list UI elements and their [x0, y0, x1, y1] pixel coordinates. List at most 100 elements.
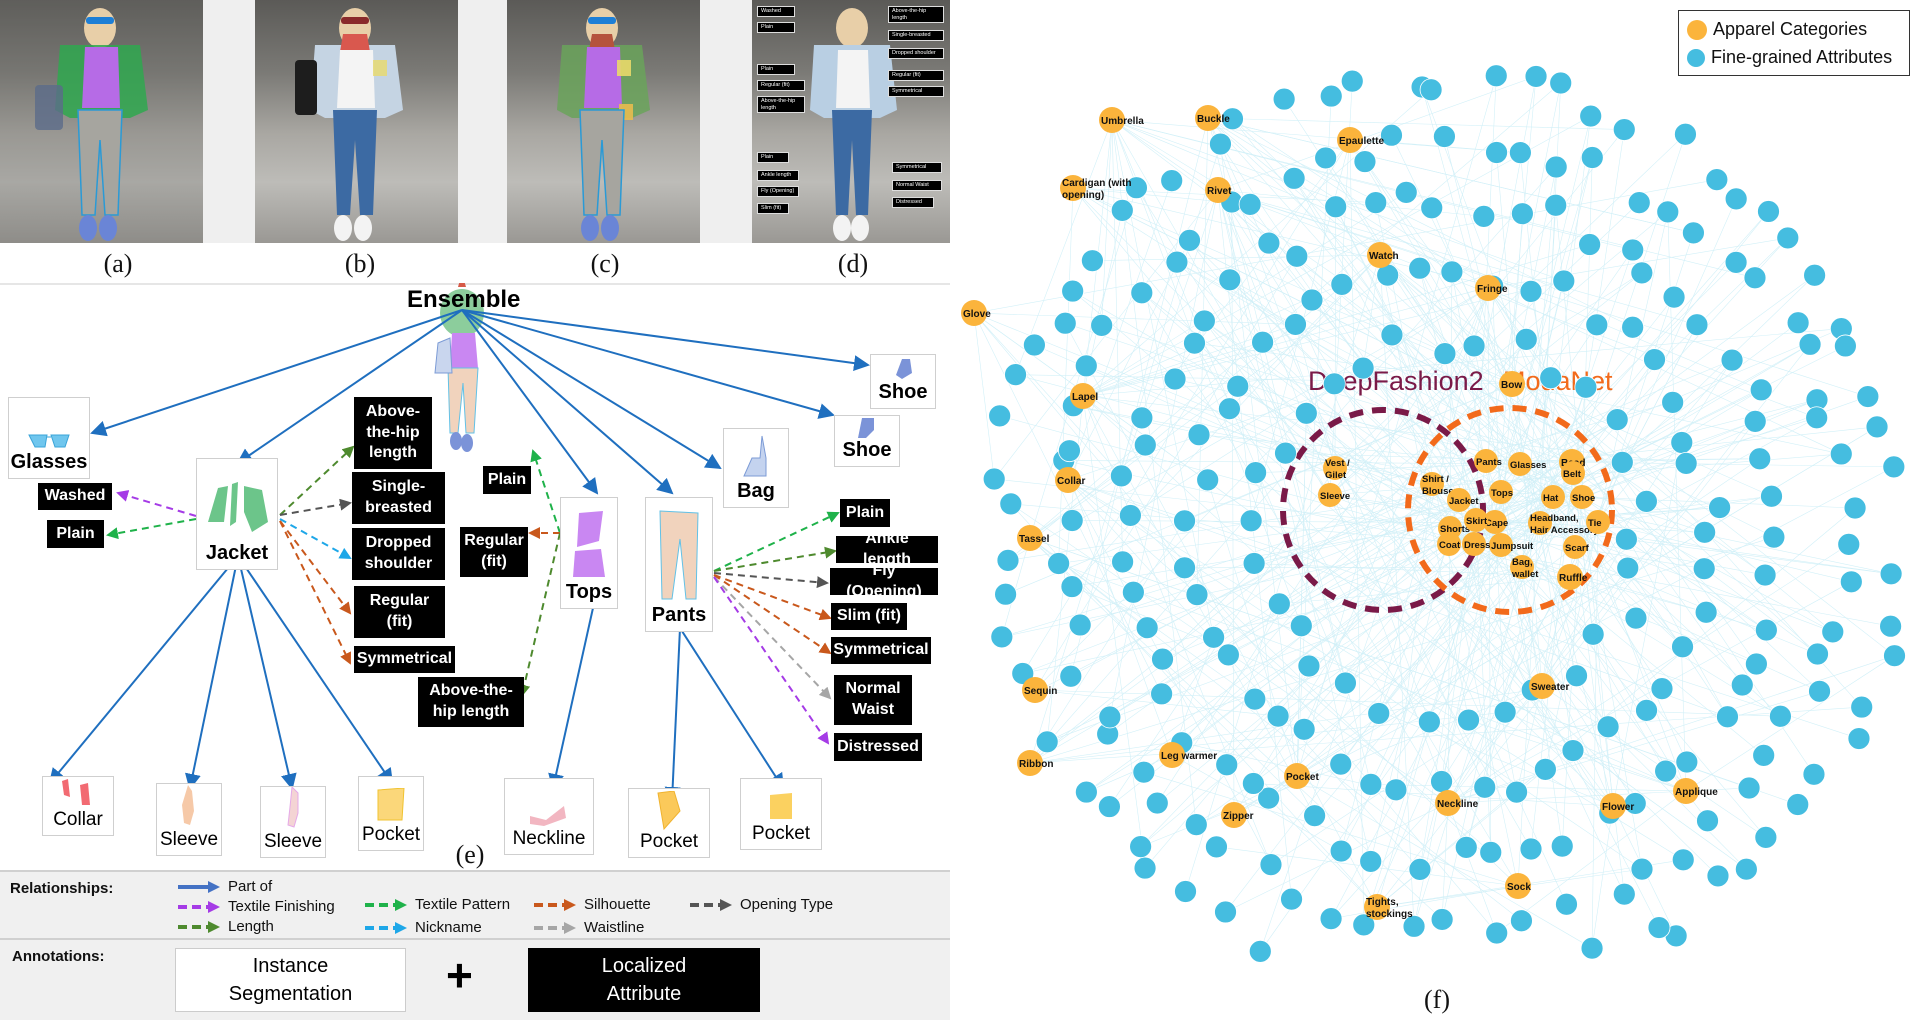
attribute-node: [1510, 909, 1533, 933]
attribute-node: [1173, 556, 1196, 580]
edge-jacket-nickname: [279, 518, 352, 559]
category-tops[interactable]: Tops: [560, 497, 618, 609]
category-node-label: Coat: [1439, 540, 1461, 551]
attribute-node: [1671, 848, 1695, 872]
attribute-node: [1550, 834, 1574, 858]
legend-label: Part of: [228, 878, 273, 895]
attribute-node: [1183, 331, 1206, 355]
category-glasses[interactable]: Glasses: [8, 397, 90, 479]
category-bag[interactable]: Bag: [723, 428, 789, 508]
attribute-node: [1803, 263, 1827, 287]
attribute-node: [1297, 654, 1321, 678]
part-pants-pocket-2[interactable]: Pocket: [740, 778, 822, 850]
attribute-node: [1879, 614, 1903, 638]
attribute-node: [1839, 570, 1863, 594]
category-node-label: Headband,: [1530, 513, 1579, 524]
part-sleeve-1[interactable]: Sleeve: [156, 783, 222, 856]
attribute-node: [1605, 408, 1629, 431]
attribute-node: [1744, 652, 1768, 676]
edge-pants-plain: [713, 511, 840, 572]
category-node-label: Epaulette: [1339, 136, 1384, 147]
edge-jacket-plain: [106, 518, 197, 540]
attribute-node: [1408, 256, 1432, 280]
attribute-node: [1805, 406, 1829, 430]
attribute-node: [1061, 279, 1085, 303]
attribute-node: [1720, 348, 1744, 372]
attribute-distressed: Distressed: [834, 733, 922, 761]
edge-pants-pocket2: [679, 627, 785, 790]
edge-pants-distressed: [713, 576, 830, 745]
attribute-node: [1098, 705, 1122, 729]
attribute-node: [1634, 489, 1658, 513]
attribute-node: [1173, 509, 1196, 533]
category-node-label: Collar: [1057, 476, 1085, 487]
attribute-node: [1060, 509, 1084, 532]
graph-edge: [1109, 189, 1219, 718]
attribute-node: [1596, 715, 1620, 739]
blue-dot-icon: [1687, 48, 1705, 67]
attribute-fit: Slim (fit): [831, 603, 907, 630]
edge-ensemble-shoe2: [461, 309, 835, 419]
photo-tag: Dropped shoulder: [888, 48, 944, 59]
attribute-node: [1433, 125, 1456, 148]
attribute-node: [1440, 260, 1464, 284]
attribute-node: [1243, 687, 1267, 711]
attribute-node: [1610, 450, 1634, 474]
attribute-node: [1749, 378, 1773, 402]
attribute-node: [1585, 313, 1609, 337]
attribute-node: [1539, 366, 1563, 390]
attribute-node: [1621, 315, 1645, 339]
attribute-node: [1165, 250, 1189, 274]
attribute-node: [1280, 887, 1303, 911]
attribute-node: [1394, 180, 1418, 204]
category-label: Jacket: [205, 542, 269, 564]
attribute-node: [1242, 552, 1266, 575]
category-node-label: Pocket: [1286, 772, 1319, 783]
attribute-node: [1635, 698, 1658, 722]
pants-icon: [659, 510, 699, 600]
part-label: Collar: [53, 809, 103, 830]
attribute-node: [1292, 717, 1316, 741]
attribute-length: Above-the-hip length: [418, 677, 524, 727]
part-pants-pocket-1[interactable]: Pocket: [628, 788, 710, 858]
attribute-node: [1184, 813, 1208, 837]
attribute-node: [1364, 191, 1388, 215]
category-node-label: Shirt /: [1422, 474, 1449, 485]
attribute-node: [1654, 759, 1678, 783]
attribute-node: [1734, 857, 1758, 881]
attribute-node: [1580, 936, 1604, 960]
attribute-node: [1661, 390, 1685, 414]
attribute-node: [1384, 778, 1408, 802]
category-shoe-1[interactable]: Shoe: [870, 354, 936, 409]
part-jacket-pocket[interactable]: Pocket: [358, 776, 424, 851]
legend-label: Waistline: [584, 919, 645, 936]
part-collar[interactable]: Collar: [42, 776, 114, 836]
attribute-node: [1847, 727, 1871, 750]
category-node-label: Pants: [1476, 457, 1502, 468]
category-jacket[interactable]: Jacket: [196, 458, 278, 570]
part-neckline[interactable]: Neckline: [504, 778, 594, 855]
attribute-node: [1110, 198, 1134, 222]
category-node-label: Jacket: [1449, 496, 1479, 507]
ensemble-label: Ensemble: [407, 286, 521, 313]
part-sleeve-2[interactable]: Sleeve: [260, 786, 326, 858]
attribute-plain: Plain: [840, 499, 890, 527]
category-node-label: Ruffle: [1559, 573, 1588, 584]
attribute-node: [1752, 743, 1776, 767]
attribute-length: Above-the-hip length: [354, 397, 432, 469]
attribute-node: [1329, 839, 1353, 863]
attribute-node: [1662, 285, 1686, 309]
category-pants[interactable]: Pants: [645, 497, 713, 632]
graph-edge: [1591, 805, 1614, 949]
attribute-node: [1552, 269, 1576, 293]
attribute-node: [1359, 850, 1383, 873]
photo-b: [255, 0, 458, 243]
graph-edge: [1072, 187, 1772, 497]
solid-arrow-icon: [178, 880, 220, 893]
category-shoe-2[interactable]: Shoe: [834, 415, 900, 467]
edge-jacket-sleeve2: [237, 555, 297, 790]
graph-edge: [1171, 419, 1618, 756]
attribute-node: [1267, 592, 1291, 616]
relationships-title: Relationships:: [10, 880, 114, 897]
attribute-node: [1485, 921, 1509, 945]
